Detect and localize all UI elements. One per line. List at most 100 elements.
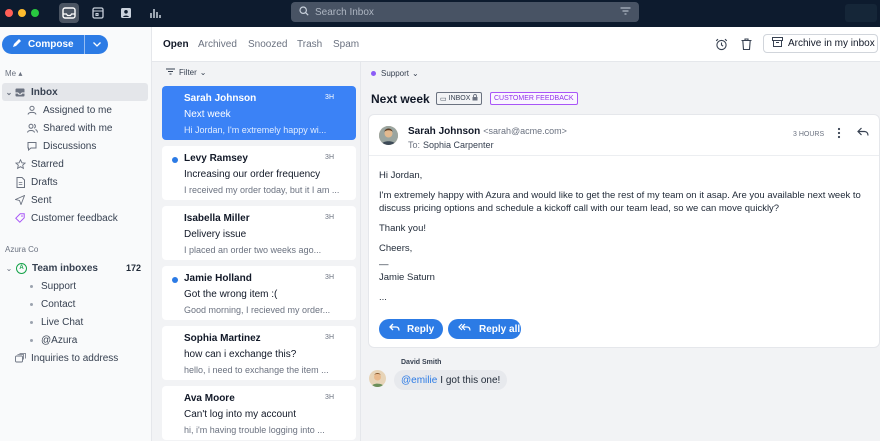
compose-options-button[interactable] [84,35,108,54]
conversation-title: Next week [371,92,430,106]
bullet-icon [30,338,33,342]
tab-archived[interactable]: Archived [198,39,237,50]
chevron-down-icon: ⌄ [412,69,419,78]
archive-icon [772,37,783,50]
unread-dot [172,277,178,283]
sidebar: Compose Me ▴ ⌄ Inbox Assigned to me Shar… [0,27,152,441]
conversation-card[interactable]: Levy Ramsey 3H Increasing our order freq… [162,146,356,200]
draft-icon [14,176,26,188]
search-bar[interactable] [291,2,639,22]
snooze-alarm-icon[interactable] [714,37,728,51]
sidebar-item-inquiries[interactable]: Inquiries to address [0,349,149,367]
top-tabs-bar: Open Archived Snoozed Trash Spam Archive… [152,27,880,62]
conversation-card[interactable]: Jamie Holland 3H Got the wrong item :( G… [162,266,356,320]
chat-icon [26,140,38,152]
unread-dot [172,157,178,163]
inbox-app-icon[interactable] [59,3,79,23]
sender-name: Sarah Johnson [408,126,481,137]
commenter-avatar [369,370,386,387]
org-section-label: Azura Co [5,245,39,254]
conversation-card[interactable]: Sarah Johnson 3H Next week Hi Jordan, I'… [162,86,356,140]
sidebar-item-shared[interactable]: Shared with me [0,119,149,137]
reply-arrow-icon [389,323,400,335]
lock-icon [472,94,478,103]
message-body: Hi Jordan, I'm extremely happy with Azur… [379,169,869,311]
team-inboxes-count: 172 [125,263,141,273]
calendar-app-icon[interactable] [88,3,108,23]
inbox-tag[interactable]: ▭ INBOX [436,92,483,105]
inbox-color-dot [371,71,376,76]
sidebar-item-azura[interactable]: @Azura [0,331,149,349]
sidebar-item-sent[interactable]: Sent [0,191,149,209]
compose-icon [12,38,22,51]
analytics-app-icon[interactable] [145,3,165,23]
sidebar-item-team-inboxes[interactable]: ⌄ A Team inboxes 172 [0,259,149,277]
sidebar-item-inbox[interactable]: ⌄ Inbox [2,83,148,101]
chevron-down-icon: ⌄ [5,87,13,97]
sidebar-item-live-chat[interactable]: Live Chat [0,313,149,331]
archive-in-my-inbox-button[interactable]: Archive in my inbox [763,34,878,53]
inbox-selector[interactable]: Support ⌄ [371,69,419,78]
recipient-line: To: Sophia Carpenter [408,140,494,150]
sidebar-item-drafts[interactable]: Drafts [0,173,149,191]
compose-label: Compose [28,39,74,50]
inbox-icon [14,86,26,98]
me-section-label[interactable]: Me ▴ [5,69,22,78]
more-options-icon[interactable] [837,127,841,142]
user-icon [26,104,38,116]
inbox-icon: ▭ [440,95,447,103]
compose-main[interactable]: Compose [2,35,84,54]
quoted-text-toggle[interactable]: ... [379,291,869,304]
message-pane: Support ⌄ Next week ▭ INBOX CUSTOMER FEE… [360,62,880,441]
close-window-button[interactable] [5,9,13,17]
filter-icon [166,68,175,77]
minimize-window-button[interactable] [18,9,26,17]
tab-snoozed[interactable]: Snoozed [248,39,287,50]
tag-icon [14,212,26,224]
send-icon [14,194,26,206]
team-badge: A [16,262,27,274]
reply-all-button[interactable]: Reply all [448,319,521,339]
sidebar-item-customer-feedback[interactable]: Customer feedback [0,209,149,227]
sidebar-item-starred[interactable]: Starred [0,155,149,173]
customer-feedback-tag[interactable]: CUSTOMER FEEDBACK [490,92,578,105]
sender-email: <sarah@acme.com> [483,126,567,136]
sidebar-item-discussions[interactable]: Discussions [0,137,149,155]
recipient-name: Sophia Carpenter [423,140,494,150]
compose-button[interactable]: Compose [2,35,108,54]
bullet-icon [30,320,33,324]
sidebar-item-assigned[interactable]: Assigned to me [0,101,149,119]
sender-avatar [379,126,398,145]
tab-trash[interactable]: Trash [297,39,322,50]
chevron-down-icon: ⌄ [199,68,207,77]
header-divider [369,155,879,156]
title-bar [0,0,880,27]
bullet-icon [30,302,33,306]
sidebar-item-contact[interactable]: Contact [0,295,149,313]
reply-arrow-icon[interactable] [857,127,869,140]
search-filter-icon[interactable] [620,6,631,18]
bullet-icon [30,284,33,288]
titlebar-account-area[interactable] [845,4,877,22]
conversation-card[interactable]: Isabella Miller 3H Delivery issue I plac… [162,206,356,260]
conversation-card[interactable]: Sophia Martinez 3H how can i exchange th… [162,326,356,380]
maximize-window-button[interactable] [31,9,39,17]
trash-icon[interactable] [739,37,753,51]
caret-up-icon: ▴ [18,69,23,78]
contacts-app-icon[interactable] [116,3,136,23]
users-icon [26,122,38,134]
conversation-list: Filter ⌄ Sarah Johnson 3H Next week Hi J… [152,62,360,441]
comment-author: David Smith [401,359,442,366]
sidebar-item-support[interactable]: Support [0,277,149,295]
search-icon [299,5,309,19]
conversation-card[interactable]: Ava Moore 3H Can't log into my account h… [162,386,356,440]
star-icon [14,158,26,170]
mention-link[interactable]: @emilie [401,375,437,386]
tab-open[interactable]: Open [163,39,189,50]
message-card: Sarah Johnson <sarah@acme.com> To: Sophia … [368,114,880,348]
comment-bubble: @emilie I got this one! [394,370,508,390]
filter-button[interactable]: Filter ⌄ [166,68,206,77]
search-input[interactable] [315,6,620,18]
tab-spam[interactable]: Spam [333,39,359,50]
reply-button[interactable]: Reply [379,319,443,339]
